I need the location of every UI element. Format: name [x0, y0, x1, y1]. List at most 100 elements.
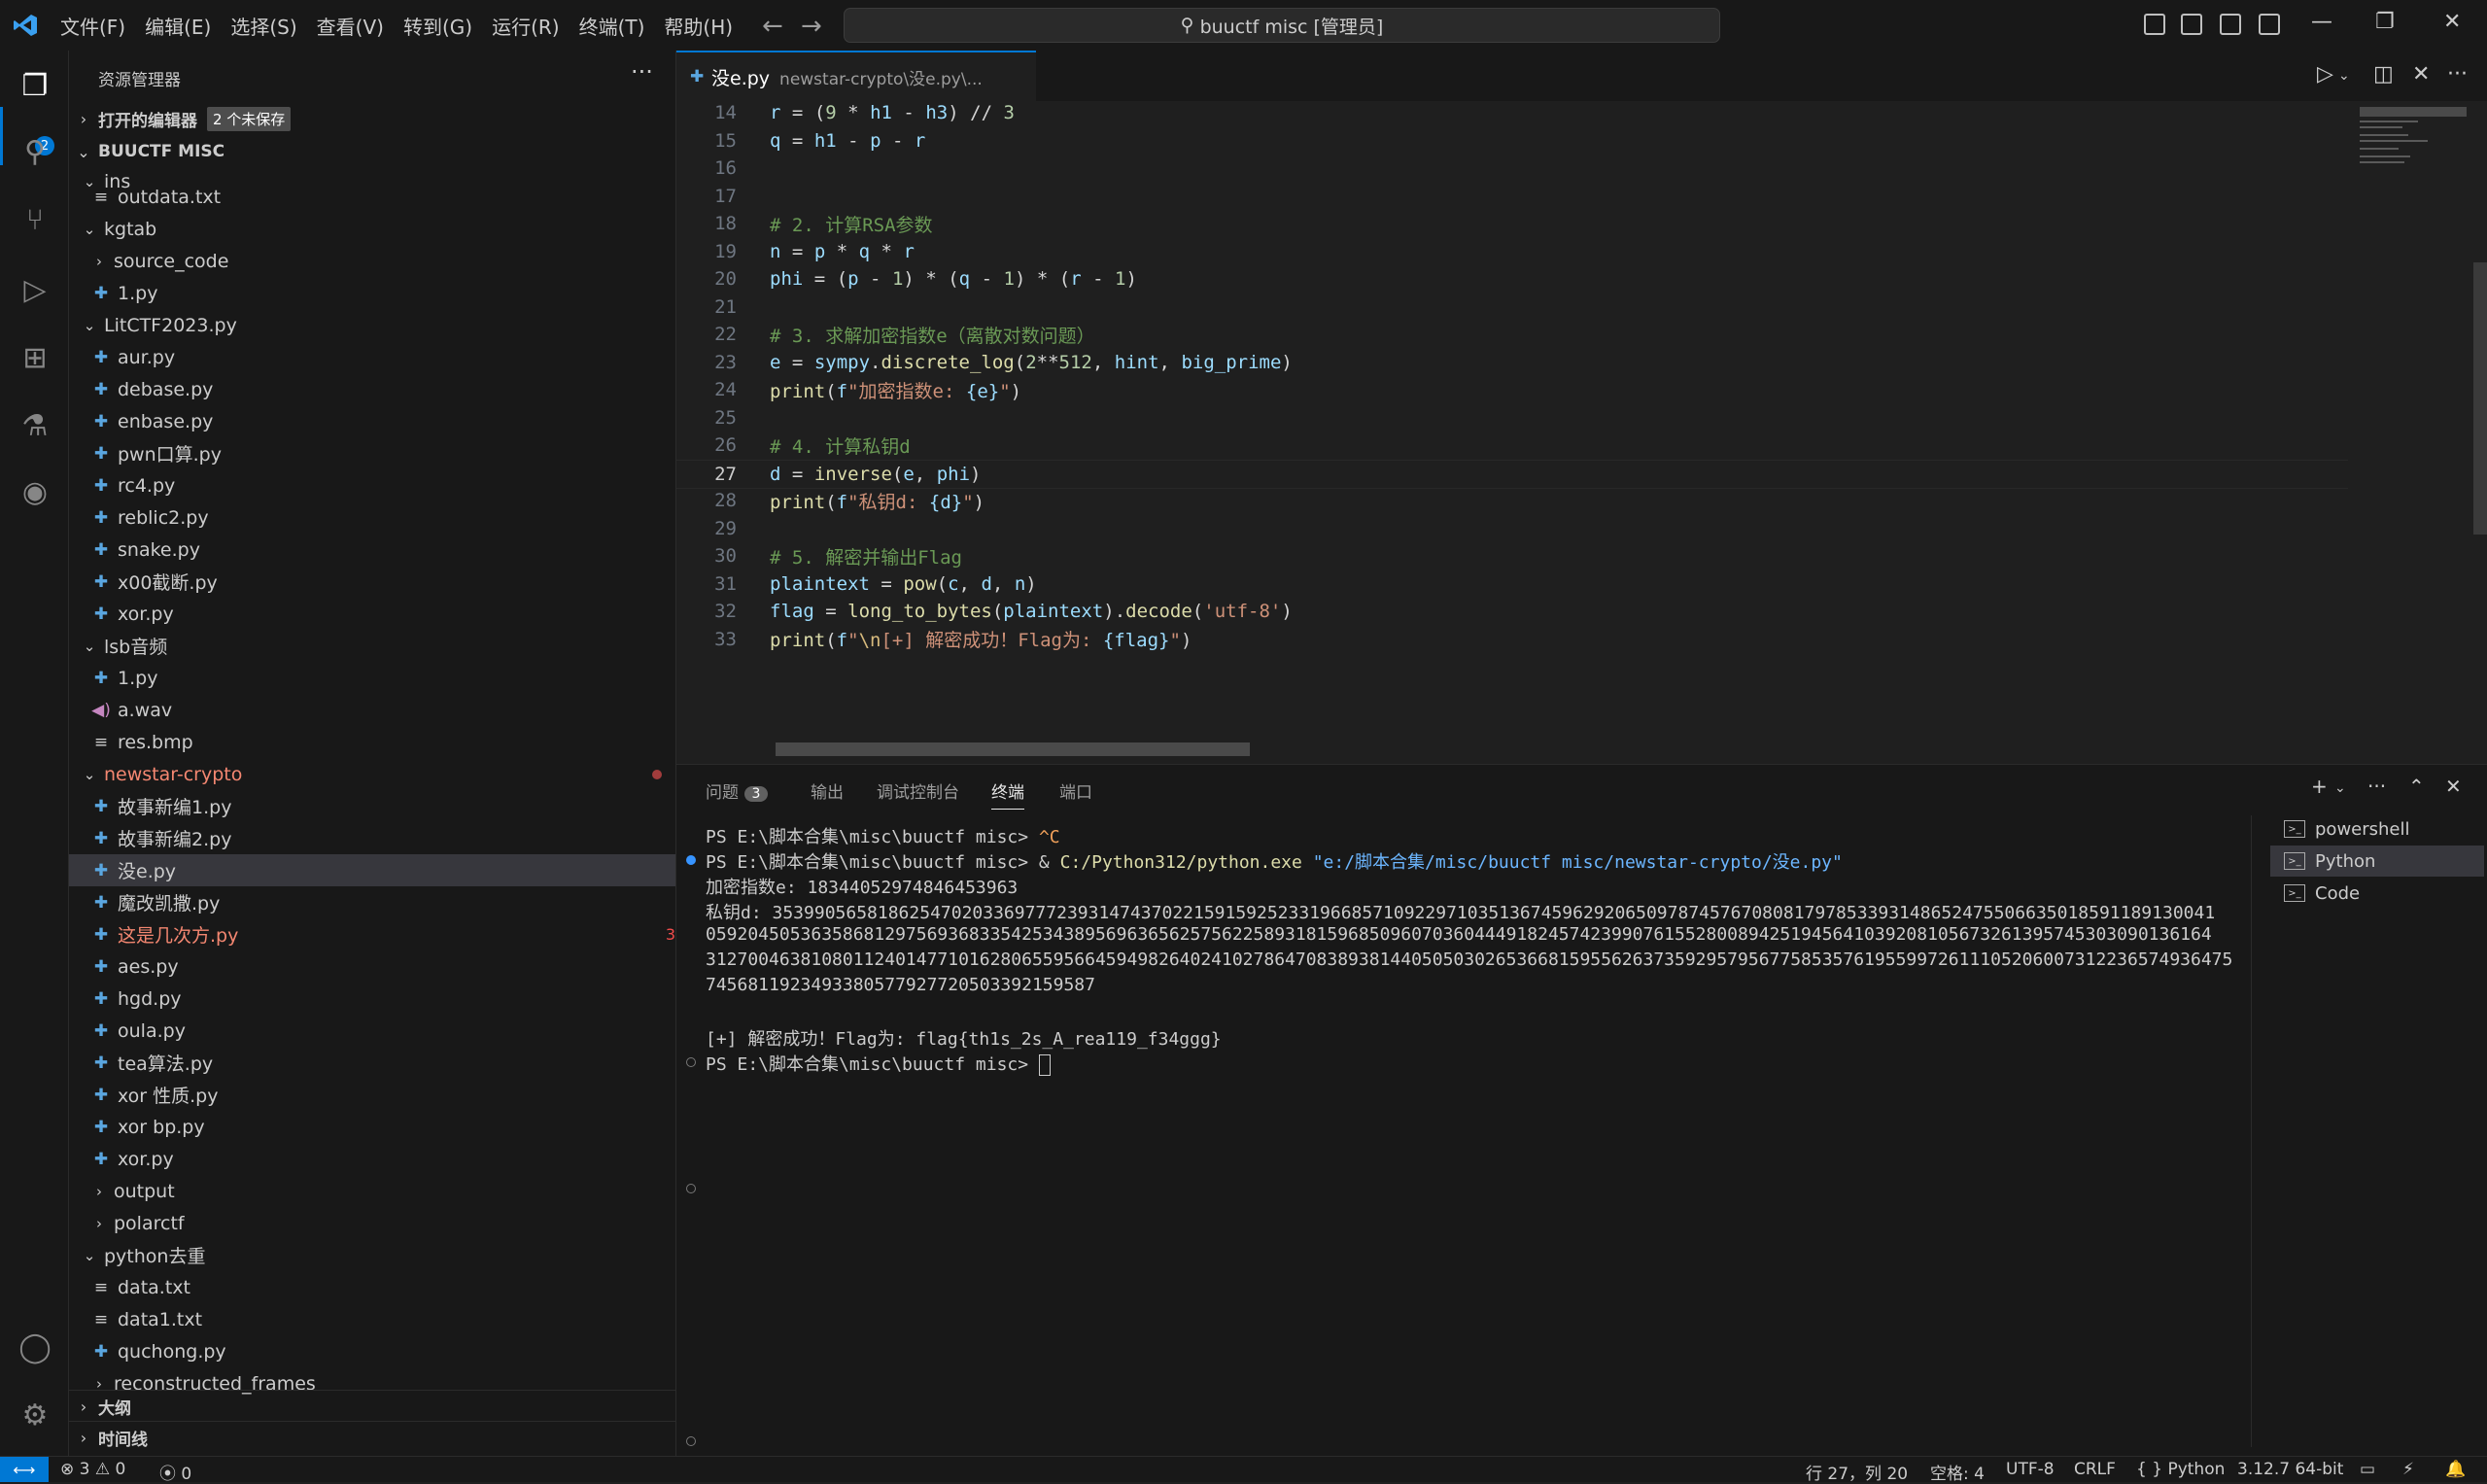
tree-file[interactable]: ✚ quchong.py	[69, 1335, 675, 1367]
code-line[interactable]: 22 # 3. 求解加密指数e（离散对数问题）	[676, 321, 2348, 348]
tree-file[interactable]: ✚ xor.py	[69, 598, 675, 630]
horizontal-scrollbar[interactable]	[776, 742, 1250, 756]
code-line[interactable]: 19 n = p * q * r	[676, 238, 2348, 265]
tree-file[interactable]: ✚ 没e.py	[69, 854, 675, 886]
code-line[interactable]: 28 print(f"私钥d: {d}")	[676, 487, 2348, 514]
tree-file[interactable]: ✚ 1.py	[69, 277, 675, 309]
settings-gear-icon[interactable]: ⚙	[17, 1398, 52, 1432]
tree-file[interactable]: ✚ aes.py	[69, 950, 675, 983]
code-line[interactable]: 18 # 2. 计算RSA参数	[676, 210, 2348, 237]
more-actions-icon[interactable]: ···	[631, 58, 653, 86]
tree-folder[interactable]: › source_code	[69, 245, 675, 277]
code-line[interactable]: 29	[676, 515, 2348, 542]
back-arrow-icon[interactable]: ←	[762, 12, 783, 41]
code-line[interactable]: 16	[676, 155, 2348, 182]
close-editor-icon[interactable]: ✕	[2412, 62, 2430, 86]
code-line[interactable]: 30 # 5. 解密并输出Flag	[676, 542, 2348, 569]
minimize-icon[interactable]: —	[2311, 10, 2332, 34]
terminal-line[interactable]: PS E:\脚本合集\misc\buuctf misc>	[706, 1051, 1051, 1076]
terminal-dropdown-icon[interactable]: ⌄	[2334, 780, 2346, 796]
tree-file[interactable]: ✚ 故事新编2.py	[69, 822, 675, 854]
ports-status[interactable]: ⦿ 0	[159, 1460, 191, 1484]
tree-file[interactable]: ✚ aur.py	[69, 341, 675, 373]
tree-file[interactable]: ≡ data1.txt	[69, 1303, 675, 1335]
tree-file[interactable]: ✚ reblic2.py	[69, 501, 675, 534]
language-mode[interactable]: { } Python	[2136, 1460, 2225, 1479]
workspace-section[interactable]: ⌄ BUUCTF MISC	[69, 136, 675, 167]
encoding[interactable]: UTF-8	[2006, 1460, 2055, 1479]
tree-file[interactable]: ✚ snake.py	[69, 534, 675, 566]
menu-run[interactable]: 运行(R)	[482, 12, 570, 40]
toggle-primary-sidebar-icon[interactable]	[2144, 14, 2165, 35]
menu-terminal[interactable]: 终端(T)	[570, 12, 655, 40]
code-line[interactable]: 20 phi = (p - 1) * (q - 1) * (r - 1)	[676, 265, 2348, 293]
tree-folder[interactable]: ⌄ LitCTF2023.py	[69, 309, 675, 341]
search-view-icon[interactable]: ⚲	[17, 134, 52, 169]
open-editors-section[interactable]: › 打开的编辑器 2 个未保存	[69, 103, 675, 134]
toggle-secondary-sidebar-icon[interactable]	[2220, 14, 2241, 35]
menu-view[interactable]: 查看(V)	[307, 12, 394, 40]
tree-file[interactable]: ✚ xor.py	[69, 1143, 675, 1175]
code-line[interactable]: 15 q = h1 - p - r	[676, 127, 2348, 155]
explorer-icon[interactable]: ❐	[17, 68, 52, 103]
command-center-search[interactable]: ⚲ buuctf misc [管理员]	[844, 8, 1720, 43]
tree-folder[interactable]: ⌄ newstar-crypto	[69, 758, 675, 790]
tree-file[interactable]: ✚ 故事新编1.py	[69, 790, 675, 822]
code-line[interactable]: 31 plaintext = pow(c, d, n)	[676, 570, 2348, 598]
tree-file[interactable]: ✚ x00截断.py	[69, 566, 675, 598]
code-line[interactable]: 17	[676, 183, 2348, 210]
tab-active-file[interactable]: ✚ 没e.py newstar-crypto\没e.py\...	[676, 51, 1036, 101]
menu-edit[interactable]: 编辑(E)	[135, 12, 221, 40]
tree-file[interactable]: ✚ oula.py	[69, 1015, 675, 1047]
code-line[interactable]: 21	[676, 293, 2348, 321]
tree-file[interactable]: ✚ 这是几次方.py 3	[69, 918, 675, 950]
extensions-icon[interactable]: ⊞	[17, 340, 52, 375]
code-editor[interactable]: 14 r = (9 * h1 - h3) // 3 15 q = h1 - p - r…	[676, 101, 2487, 762]
python-interpreter[interactable]: 3.12.7 64-bit	[2237, 1460, 2343, 1479]
terminal-item-python[interactable]: >_ Python	[2270, 846, 2484, 877]
run-file-icon[interactable]: ▷	[2317, 62, 2333, 86]
restore-icon[interactable]: ❐	[2375, 10, 2395, 34]
tree-file[interactable]: ✚ xor 性质.py	[69, 1079, 675, 1111]
customize-layout-icon[interactable]	[2259, 14, 2280, 35]
code-line[interactable]: 26 # 4. 计算私钥d	[676, 431, 2348, 459]
code-line[interactable]: 33 print(f"\n[+] 解密成功！Flag为: {flag}")	[676, 626, 2348, 653]
menu-selection[interactable]: 选择(S)	[221, 12, 306, 40]
tree-folder[interactable]: ⌄ python去重	[69, 1239, 675, 1271]
code-line[interactable]: 27 d = inverse(e, phi)	[676, 459, 2348, 489]
tree-folder[interactable]: ⌄ lsb音频	[69, 630, 675, 662]
minimap[interactable]	[2358, 101, 2474, 218]
run-debug-icon[interactable]: ▷	[17, 272, 52, 307]
forward-arrow-icon[interactable]: →	[801, 12, 822, 41]
vertical-scrollbar[interactable]	[2473, 262, 2487, 535]
code-line[interactable]: 24 print(f"加密指数e: {e}")	[676, 376, 2348, 403]
tree-file[interactable]: ✚ debase.py	[69, 373, 675, 405]
tree-file[interactable]: ✚ xor bp.py	[69, 1111, 675, 1143]
cursor-position[interactable]: 行 27，列 20	[1806, 1460, 1908, 1484]
tree-file[interactable]: ≡ data.txt	[69, 1271, 675, 1303]
run-dropdown-icon[interactable]: ⌄	[2338, 68, 2350, 84]
tree-file[interactable]: ≡ res.bmp	[69, 726, 675, 758]
code-line[interactable]: 25	[676, 404, 2348, 431]
close-panel-icon[interactable]: ✕	[2445, 775, 2462, 798]
new-terminal-icon[interactable]: +	[2311, 775, 2328, 798]
tree-folder[interactable]: ⌄ kgtab	[69, 213, 675, 245]
line-ending[interactable]: CRLF	[2074, 1460, 2116, 1479]
outline-section[interactable]: › 大纲	[69, 1390, 675, 1422]
problems-status[interactable]: ⊗ 3 ⚠ 0	[60, 1460, 125, 1479]
notifications-bell-icon[interactable]: 🔔	[2445, 1460, 2466, 1479]
tree-file[interactable]: ✚ tea算法.py	[69, 1047, 675, 1079]
close-window-icon[interactable]: ✕	[2443, 10, 2461, 34]
remote-indicator-icon[interactable]: ⟷	[0, 1457, 49, 1482]
tree-folder[interactable]: › polarctf	[69, 1207, 675, 1239]
terminal-item-powershell[interactable]: >_ powershell	[2270, 813, 2484, 845]
tab-terminal[interactable]: 终端	[991, 778, 1024, 810]
panel-more-icon[interactable]: ···	[2367, 775, 2386, 798]
toggle-panel-icon[interactable]	[2181, 14, 2202, 35]
tab-ports[interactable]: 端口	[1059, 778, 1092, 803]
terminal-item-code[interactable]: >_ Code	[2270, 878, 2484, 909]
menu-help[interactable]: 帮助(H)	[654, 12, 743, 40]
tree-file[interactable]: ✚ pwn口算.py	[69, 437, 675, 469]
tab-problems[interactable]: 问题 3	[706, 778, 768, 803]
tree-file[interactable]: ✚ hgd.py	[69, 983, 675, 1015]
